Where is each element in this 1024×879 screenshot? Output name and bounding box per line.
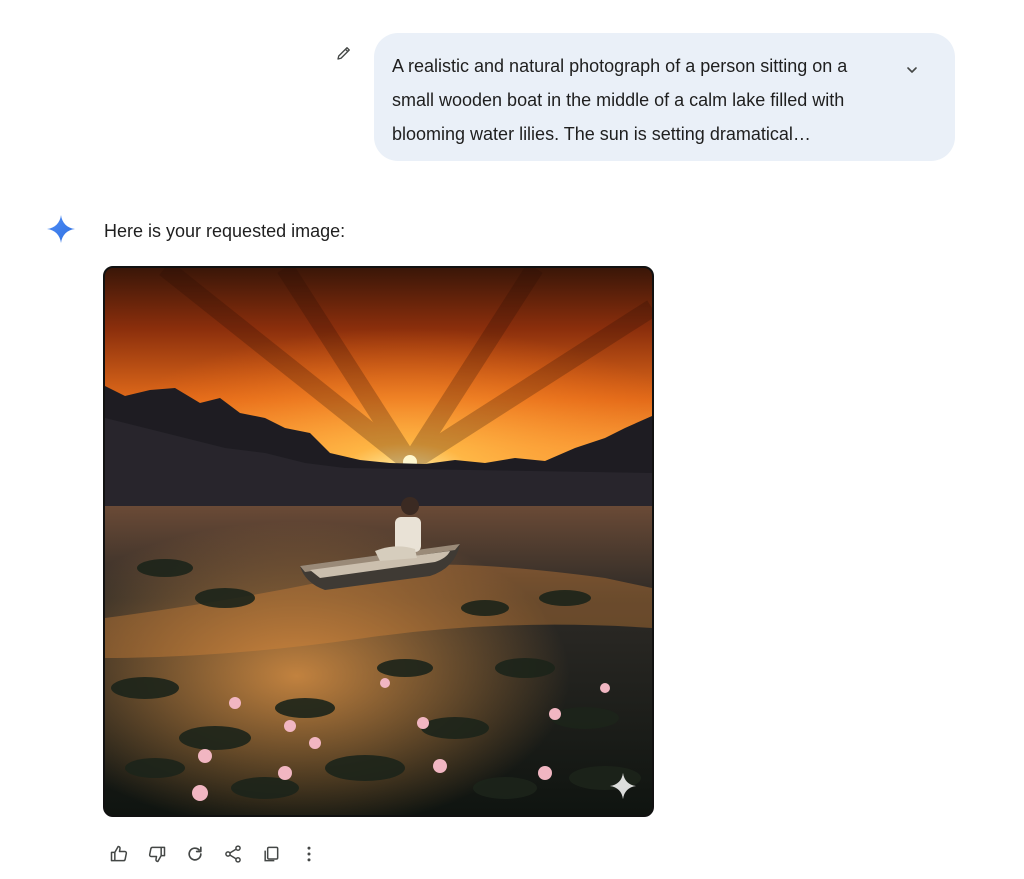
expand-prompt-button[interactable]	[900, 58, 924, 82]
regenerate-icon	[188, 846, 202, 861]
more-options-icon	[307, 846, 311, 862]
pencil-icon	[337, 47, 350, 60]
response-actions	[100, 838, 328, 870]
share-button[interactable]	[214, 838, 252, 870]
copy-button[interactable]	[252, 838, 290, 870]
response-text: Here is your requested image:	[104, 221, 346, 241]
generated-image-picture	[105, 268, 652, 815]
thumbs-down-icon	[148, 846, 166, 863]
generated-image[interactable]	[103, 266, 654, 817]
more-options-button[interactable]	[290, 838, 328, 870]
thumbs-down-button[interactable]	[138, 838, 176, 870]
sparkle-icon	[609, 772, 637, 800]
gemini-sparkle-icon	[47, 215, 75, 243]
share-icon	[225, 845, 241, 863]
user-prompt-text: A realistic and natural photograph of a …	[392, 56, 848, 144]
edit-prompt-button[interactable]	[333, 42, 355, 64]
regenerate-button[interactable]	[176, 838, 214, 870]
user-prompt-bubble: A realistic and natural photograph of a …	[374, 33, 955, 161]
thumbs-up-button[interactable]	[100, 838, 138, 870]
thumbs-up-icon	[110, 845, 128, 862]
copy-icon	[264, 846, 279, 862]
chevron-down-icon	[907, 67, 917, 73]
